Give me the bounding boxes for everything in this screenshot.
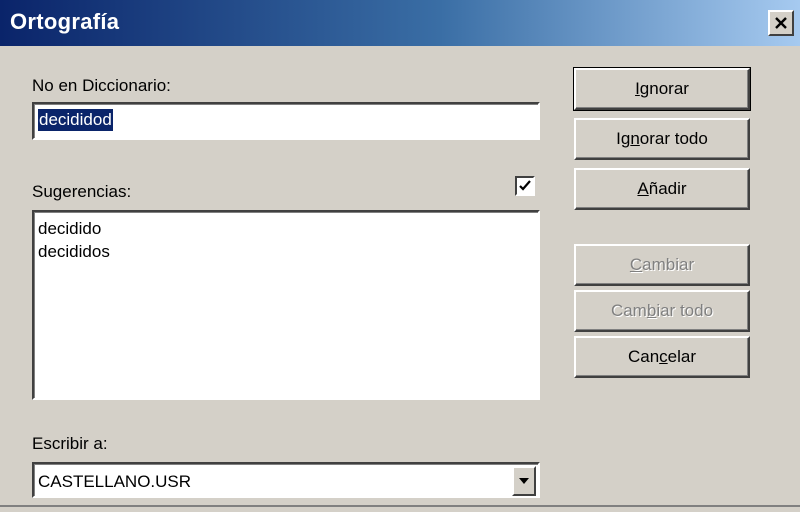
suggestions-label: Sugerencias: <box>32 182 132 201</box>
suggestions-list[interactable]: decidido decididos <box>32 210 540 400</box>
close-button[interactable] <box>768 10 794 36</box>
suggestion-item[interactable]: decidido <box>34 217 538 240</box>
not-in-dictionary-label: No en Diccionario: <box>32 76 171 95</box>
ignore-button[interactable]: Ignorar <box>573 67 751 111</box>
dialog-bottom-edge <box>0 505 800 512</box>
write-to-label: Escribir a: <box>32 434 108 453</box>
change-button[interactable]: Cambiar <box>574 244 750 286</box>
write-to-select[interactable]: CASTELLANO.USR <box>32 462 540 498</box>
add-button[interactable]: Añadir <box>574 168 750 210</box>
suggestions-checkbox[interactable] <box>515 176 535 196</box>
window-title: Ortografía <box>10 9 120 34</box>
write-to-value: CASTELLANO.USR <box>38 472 192 491</box>
cancel-button[interactable]: Can c elar <box>574 336 750 378</box>
not-in-dictionary-field[interactable]: decididod <box>32 102 540 140</box>
ignore-all-button[interactable]: Ig n orar todo <box>574 118 750 160</box>
close-icon <box>775 17 787 29</box>
title-bar: Ortografía <box>0 0 800 46</box>
change-all-button[interactable]: Cam b iar todo <box>574 290 750 332</box>
misspelled-word: decididod <box>38 109 113 131</box>
dropdown-button[interactable] <box>512 466 536 496</box>
chevron-down-icon <box>519 478 529 484</box>
suggestion-item[interactable]: decididos <box>34 240 538 263</box>
checkmark-icon <box>519 180 531 191</box>
